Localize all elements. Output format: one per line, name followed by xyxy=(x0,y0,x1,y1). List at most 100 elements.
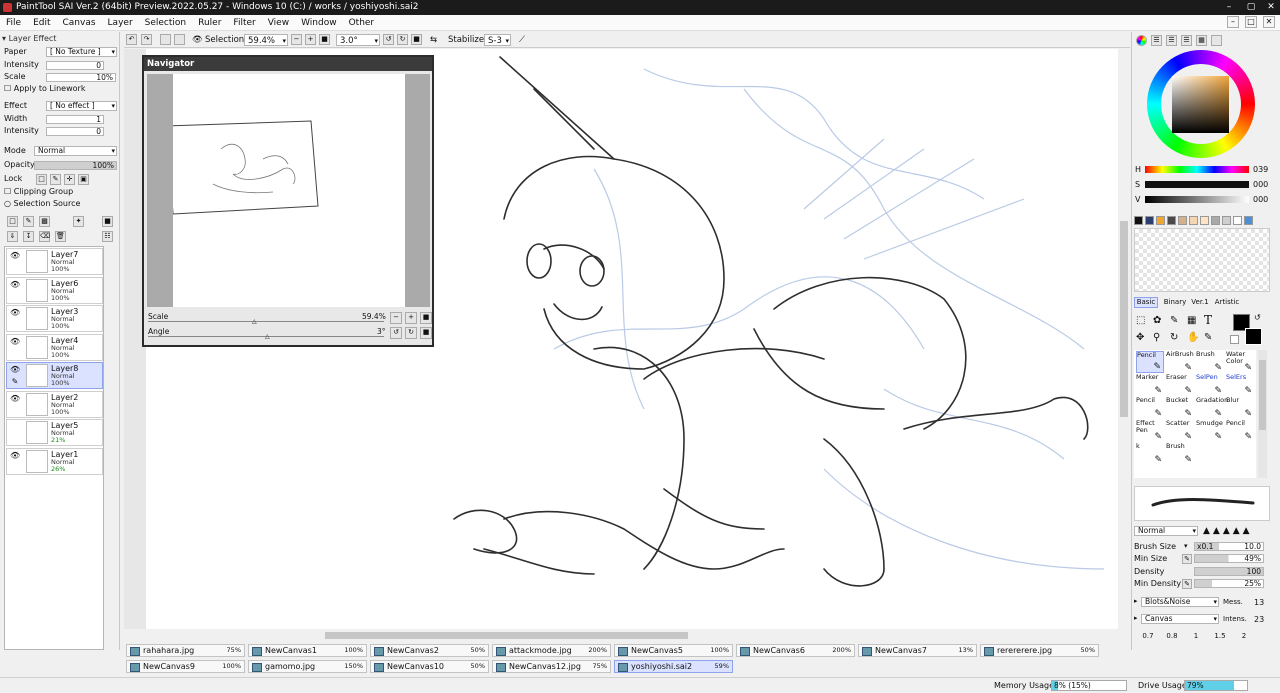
maximize-icon[interactable]: ▢ xyxy=(1244,0,1258,15)
texture2-select[interactable]: Canvas xyxy=(1141,614,1219,624)
canvas-tab[interactable]: NewCanvas1 100% xyxy=(248,644,367,657)
vertical-scroll-thumb[interactable] xyxy=(1120,221,1128,417)
tool-selpen[interactable]: SelPen ✎ xyxy=(1196,374,1224,396)
tool-smudge[interactable]: Smudge ✎ xyxy=(1196,420,1224,442)
canvas-tab[interactable]: NewCanvas10 50% xyxy=(370,660,489,673)
new-linework-layer-icon[interactable]: ✎ xyxy=(23,216,34,227)
stabilizer-select[interactable]: S-3 xyxy=(484,34,511,47)
layer-item[interactable]: Layer5 Normal 21% xyxy=(6,419,103,446)
canvas-tab[interactable]: rahahara.jpg 75% xyxy=(126,644,245,657)
canvas-tab[interactable]: rerererere.jpg 50% xyxy=(980,644,1099,657)
lock-move-icon[interactable]: ✛ xyxy=(64,174,75,185)
invert-selection-icon[interactable] xyxy=(174,34,185,45)
undo-icon[interactable]: ↶ xyxy=(126,34,137,45)
color-swatch[interactable] xyxy=(1244,216,1253,225)
layer-item[interactable]: 👁 Layer7 Normal 100% xyxy=(6,248,103,275)
tool-selers[interactable]: SelErs ✎ xyxy=(1226,374,1254,396)
tool-grid-scrollbar[interactable] xyxy=(1258,350,1267,478)
canvas-tab[interactable]: NewCanvas6 200% xyxy=(736,644,855,657)
text-tool-icon[interactable]: T xyxy=(1204,313,1212,327)
tool-brush[interactable]: Brush ✎ xyxy=(1196,351,1224,373)
nav-angle-thumb[interactable]: △ xyxy=(265,333,270,340)
layer-mask-icon[interactable]: ■ xyxy=(102,216,113,227)
rotate-tool-icon[interactable]: ↻ xyxy=(1170,332,1178,343)
scratch-pad[interactable] xyxy=(1134,228,1270,292)
texture1-expand-icon[interactable]: ▸ xyxy=(1134,597,1138,605)
delete-layer-icon[interactable]: 🗑 xyxy=(55,231,66,242)
hand-tool-icon[interactable]: ✋ xyxy=(1187,332,1199,343)
color-wheel[interactable] xyxy=(1147,50,1255,158)
width-slider[interactable]: 1 xyxy=(46,115,104,124)
zoom-select[interactable]: 59.4% xyxy=(244,34,288,47)
tool-tab-basic[interactable]: Basic xyxy=(1134,297,1158,308)
apply-linework-checkbox[interactable]: ☐ Apply to Linework xyxy=(4,84,85,94)
secondary-color[interactable] xyxy=(1245,328,1262,345)
layer-item[interactable]: 👁 Layer4 Normal 100% xyxy=(6,334,103,361)
nav-rotate-right-icon[interactable]: ↻ xyxy=(405,327,417,339)
clipping-group-checkbox[interactable]: ☐ Clipping Group xyxy=(4,187,73,197)
flip-horizontal-icon[interactable]: ⇆ xyxy=(430,34,437,46)
paper-select[interactable]: [ No Texture ] xyxy=(46,47,117,57)
opacity-slider[interactable]: 100% xyxy=(34,161,117,170)
swatches-tab-icon[interactable]: ▦ xyxy=(1196,35,1207,46)
eye-icon[interactable]: 👁 xyxy=(10,451,20,461)
zoom-reset-icon[interactable]: ■ xyxy=(319,34,330,45)
min-density-slider[interactable]: 25% xyxy=(1194,579,1264,588)
brush-blend-select[interactable]: Normal xyxy=(1134,526,1198,536)
tool-marker[interactable]: Marker ✎ xyxy=(1136,374,1164,396)
color-swatch[interactable] xyxy=(1211,216,1220,225)
tool-bucket[interactable]: Bucket ✎ xyxy=(1166,397,1194,419)
menu-layer[interactable]: Layer xyxy=(102,15,139,31)
intensity2-slider[interactable]: 0 xyxy=(46,127,104,136)
texture1-select[interactable]: Blots&Noise xyxy=(1141,597,1219,607)
color-swatch[interactable] xyxy=(1167,216,1176,225)
eye-hidden-icon[interactable] xyxy=(10,422,20,432)
close-icon[interactable]: ✕ xyxy=(1264,0,1278,15)
zoom-tool-icon[interactable]: ⚲ xyxy=(1153,332,1160,343)
tool-tab-ver1[interactable]: Ver.1 xyxy=(1189,297,1211,308)
rgb-sliders-tab-icon[interactable]: ☰ xyxy=(1151,35,1162,46)
eye-icon[interactable]: 👁 xyxy=(10,394,20,404)
eye-icon[interactable]: 👁 xyxy=(10,308,20,318)
saturation-value-square[interactable] xyxy=(1172,76,1229,133)
doc-restore-icon[interactable]: □ xyxy=(1245,16,1257,28)
transparent-color[interactable] xyxy=(1230,335,1239,344)
menu-ruler[interactable]: Ruler xyxy=(192,15,227,31)
brush-shape-selector[interactable]: ▲▲▲▲▲ xyxy=(1203,526,1253,536)
scale-slider[interactable]: 10% xyxy=(46,73,116,82)
canvas-tab[interactable]: NewCanvas12.jpg 75% xyxy=(492,660,611,673)
color-swatch[interactable] xyxy=(1189,216,1198,225)
layer-effect-icon[interactable]: ✦ xyxy=(73,216,84,227)
menu-edit[interactable]: Edit xyxy=(27,15,56,31)
value-slider[interactable] xyxy=(1145,196,1249,203)
color-swatch[interactable] xyxy=(1156,216,1165,225)
layer-item-selected[interactable]: 👁 ✎ Layer8 Normal 100% xyxy=(6,362,103,389)
density-slider[interactable]: 100 xyxy=(1194,567,1264,576)
mixer-tab-icon[interactable]: ☰ xyxy=(1181,35,1192,46)
minimize-icon[interactable]: – xyxy=(1222,0,1236,15)
zoom-in-icon[interactable]: + xyxy=(305,34,316,45)
tool-brush[interactable]: Brush ✎ xyxy=(1166,443,1194,465)
saturation-slider[interactable] xyxy=(1145,181,1249,188)
color-wheel-tab-icon[interactable] xyxy=(1136,35,1147,46)
menu-window[interactable]: Window xyxy=(295,15,343,31)
layer-item[interactable]: 👁 Layer2 Normal 100% xyxy=(6,391,103,418)
canvas-tab[interactable]: NewCanvas2 50% xyxy=(370,644,489,657)
eye-icon[interactable]: 👁 xyxy=(10,365,20,375)
nav-zoom-out-icon[interactable]: − xyxy=(390,312,402,324)
scratchpad-tab-icon[interactable] xyxy=(1211,35,1222,46)
layer-options-icon[interactable]: ☷ xyxy=(102,231,113,242)
color-swatch[interactable] xyxy=(1178,216,1187,225)
swap-colors-icon[interactable]: ↺ xyxy=(1254,313,1261,322)
brush-size-preset[interactable]: 1 xyxy=(1186,632,1206,640)
nav-zoom-in-icon[interactable]: + xyxy=(405,312,417,324)
rotate-left-icon[interactable]: ↺ xyxy=(383,34,394,45)
selection-visibility-icon[interactable]: 👁 xyxy=(192,34,203,46)
nav-rotate-reset-icon[interactable]: ■ xyxy=(420,327,432,339)
lock-paint-icon[interactable]: ✎ xyxy=(50,174,61,185)
merge-down-icon[interactable]: ↧ xyxy=(23,231,34,242)
layer-item[interactable]: 👁 Layer6 Normal 100% xyxy=(6,277,103,304)
canvas-tab[interactable]: NewCanvas5 100% xyxy=(614,644,733,657)
blend-mode-select[interactable]: Normal xyxy=(34,146,117,156)
horizontal-scrollbar[interactable] xyxy=(124,630,1118,641)
